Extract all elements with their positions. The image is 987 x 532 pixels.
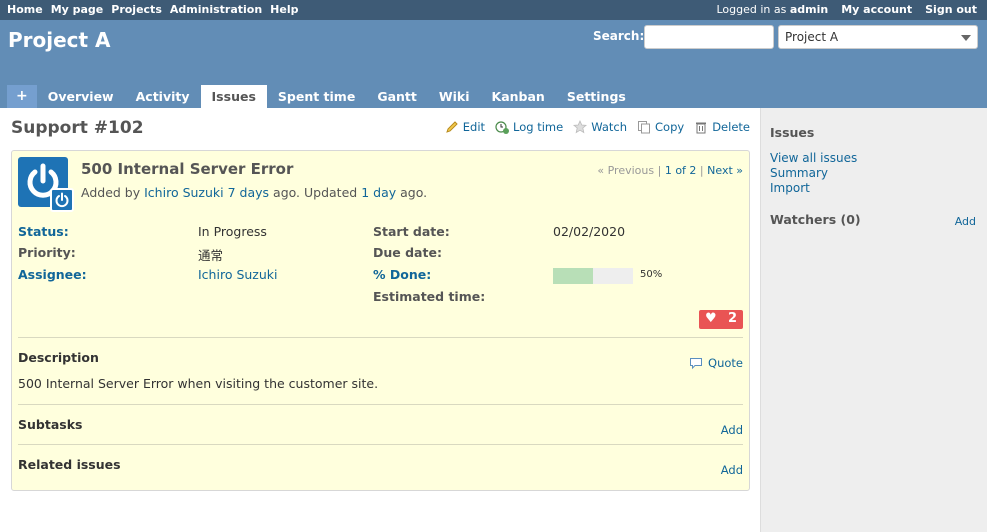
sidebar-issues-title: Issues <box>770 125 815 140</box>
issue-actions: Edit Log time Watch Copy Delete <box>445 120 750 134</box>
edit-label: Edit <box>462 120 486 134</box>
top-menu-home[interactable]: Home <box>7 3 43 16</box>
watch-button[interactable]: Watch <box>573 120 627 134</box>
avatar-small <box>50 188 74 212</box>
tab-activity[interactable]: Activity <box>125 85 201 108</box>
progress-bar <box>553 268 633 284</box>
clock-add-icon <box>495 121 510 134</box>
like-button[interactable]: ♥ 2 <box>699 310 743 329</box>
related-issues-title: Related issues <box>18 457 121 472</box>
copy-button[interactable]: Copy <box>637 120 684 134</box>
import-link[interactable]: Import <box>770 181 810 195</box>
issue-details: 500 Internal Server Error Added by Ichir… <box>11 150 750 491</box>
my-account-link[interactable]: My account <box>841 3 912 16</box>
progress-fill <box>553 268 593 284</box>
edit-button[interactable]: Edit <box>445 120 485 134</box>
next-link[interactable]: Next » <box>707 164 743 177</box>
page-title: Support #102 <box>11 118 144 138</box>
tab-new[interactable]: + <box>7 85 37 108</box>
logged-in-user[interactable]: admin <box>790 3 828 16</box>
issue-subject: 500 Internal Server Error <box>81 160 294 178</box>
tab-spent-time[interactable]: Spent time <box>267 85 366 108</box>
position-link[interactable]: 1 of 2 <box>665 164 697 177</box>
top-menu-my-page[interactable]: My page <box>51 3 104 16</box>
description-title: Description <box>18 350 99 365</box>
sign-out-link[interactable]: Sign out <box>925 3 977 16</box>
start-date-label: Start date: <box>373 224 450 239</box>
summary-link[interactable]: Summary <box>770 166 828 180</box>
tab-issues[interactable]: Issues <box>200 85 267 108</box>
issue-author-line: Added by Ichiro Suzuki 7 days ago. Updat… <box>81 185 428 200</box>
divider <box>18 404 743 405</box>
top-menu-help[interactable]: Help <box>270 3 298 16</box>
added-ago-link[interactable]: 7 days <box>228 185 269 200</box>
divider <box>18 337 743 338</box>
due-date-label: Due date: <box>373 245 442 260</box>
progress-percent: 50% <box>640 269 663 280</box>
prev-next-nav: « Previous | 1 of 2 | Next » <box>597 164 743 177</box>
description-text: 500 Internal Server Error when visiting … <box>18 376 379 391</box>
trash-icon <box>696 122 707 134</box>
estimated-time-label: Estimated time: <box>373 289 486 304</box>
author-link[interactable]: Ichiro Suzuki <box>144 185 224 200</box>
project-title: Project A <box>8 28 111 52</box>
quote-button[interactable]: Quote <box>689 356 743 370</box>
search-label: Search: <box>593 29 645 43</box>
project-select-value: Project A <box>785 30 839 44</box>
status-label[interactable]: Status: <box>18 224 69 239</box>
top-menu-administration[interactable]: Administration <box>170 3 262 16</box>
star-icon <box>573 120 588 134</box>
power-small-icon <box>55 192 69 208</box>
watch-label: Watch <box>591 120 628 134</box>
tab-overview[interactable]: Overview <box>37 85 125 108</box>
tab-settings[interactable]: Settings <box>556 85 637 108</box>
delete-label: Delete <box>712 120 750 134</box>
start-date-value: 02/02/2020 <box>553 224 626 239</box>
priority-value: 通常 <box>198 248 224 263</box>
comment-icon <box>690 357 703 369</box>
log-time-label: Log time <box>513 120 564 134</box>
tab-wiki[interactable]: Wiki <box>428 85 481 108</box>
main-content: Support #102 Edit Log time Watch Copy De… <box>0 108 760 532</box>
percent-done-label[interactable]: % Done: <box>373 267 431 282</box>
assignee-label[interactable]: Assignee: <box>18 267 87 282</box>
copy-label: Copy <box>655 120 685 134</box>
assignee-value[interactable]: Ichiro Suzuki <box>198 267 278 282</box>
log-time-button[interactable]: Log time <box>495 120 563 134</box>
add-related-issue-link[interactable]: Add <box>721 463 743 477</box>
divider <box>18 444 743 445</box>
main-menu: + Overview Activity Issues Spent time Ga… <box>7 85 637 108</box>
subtasks-title: Subtasks <box>18 417 83 432</box>
pencil-icon <box>445 121 458 133</box>
add-subtask-link[interactable]: Add <box>721 423 743 437</box>
status-value: In Progress <box>198 224 267 239</box>
updated-ago-link[interactable]: 1 day <box>361 185 396 200</box>
sidebar: Issues View all issues Summary Import Wa… <box>760 108 987 532</box>
tab-gantt[interactable]: Gantt <box>366 85 428 108</box>
quote-label: Quote <box>708 356 743 370</box>
previous-link[interactable]: « Previous <box>597 164 654 177</box>
tab-kanban[interactable]: Kanban <box>481 85 556 108</box>
add-watcher-link[interactable]: Add <box>955 215 976 228</box>
header: Project A Search: Project A + Overview A… <box>0 20 987 108</box>
view-all-issues-link[interactable]: View all issues <box>770 151 857 165</box>
watchers-title: Watchers (0) <box>770 212 861 227</box>
logged-in-as: Logged in as admin <box>716 3 829 16</box>
project-jump-select[interactable]: Project A <box>778 25 978 49</box>
priority-label: Priority: <box>18 245 76 260</box>
chevron-down-icon <box>961 35 971 41</box>
like-count: 2 <box>727 311 737 326</box>
heart-icon: ♥ <box>705 311 717 326</box>
top-menu-projects[interactable]: Projects <box>111 3 162 16</box>
search-input[interactable] <box>644 25 774 49</box>
copy-icon <box>638 121 651 134</box>
delete-button[interactable]: Delete <box>694 120 750 134</box>
top-menu: Home My page Projects Administration Hel… <box>0 0 987 20</box>
